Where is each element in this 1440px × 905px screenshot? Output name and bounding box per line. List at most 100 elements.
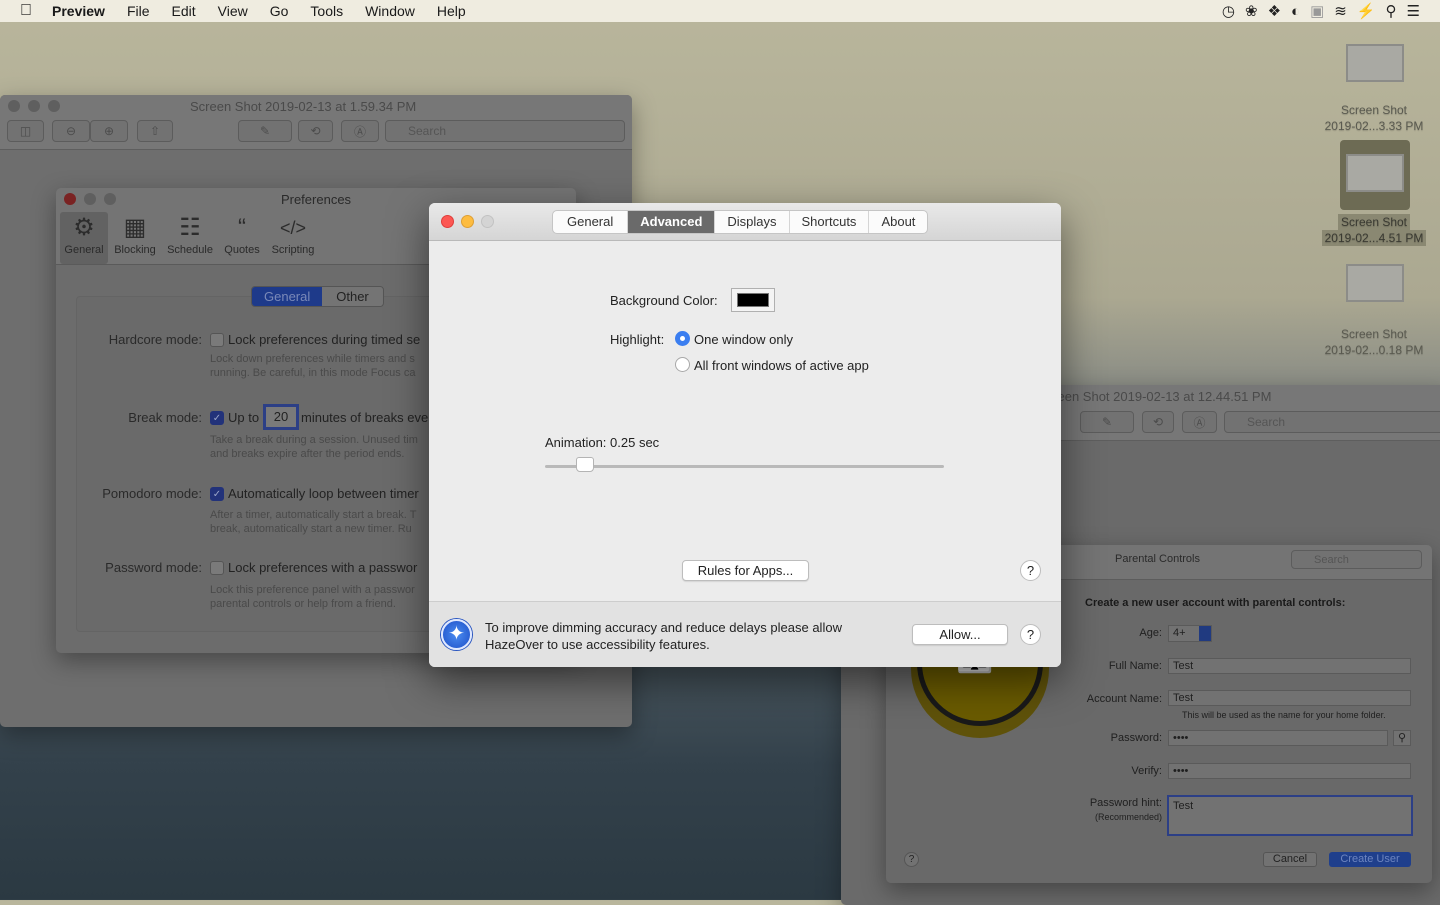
accessibility-notice: ✦ To improve dimming accuracy and reduce… <box>429 601 1061 667</box>
title-bar: General Advanced Displays Shortcuts Abou… <box>429 203 1061 241</box>
allow-button[interactable]: Allow... <box>912 624 1008 645</box>
help-button[interactable]: ? <box>904 852 919 867</box>
pomodoro-desc: break, automatically start a new timer. … <box>210 523 412 535</box>
menu-help[interactable]: Help <box>437 3 466 19</box>
wifi-icon[interactable]: ≋ <box>1334 2 1347 20</box>
verify-field[interactable]: •••• <box>1168 763 1411 779</box>
break-checkbox[interactable]: ✓ <box>210 411 224 425</box>
zoom-out-icon[interactable]: ⊖ <box>52 120 90 142</box>
rotate-icon[interactable]: ⟲ <box>1142 411 1174 433</box>
age-select[interactable]: 4+ <box>1168 625 1212 642</box>
background-color-well[interactable] <box>731 288 775 312</box>
rules-for-apps-button[interactable]: Rules for Apps... <box>682 560 809 581</box>
tab-general[interactable]: General <box>553 211 629 233</box>
window-title: Parental Controls <box>1115 553 1200 565</box>
hardcore-checkbox[interactable] <box>210 333 224 347</box>
toolbar-general[interactable]: ⚙ General <box>60 212 108 256</box>
search-input[interactable]: Search <box>1224 411 1440 433</box>
password-key-icon[interactable]: ⚲ <box>1393 730 1411 746</box>
dropbox-icon[interactable]: ❖ <box>1268 2 1281 20</box>
markup-pen-icon[interactable]: ✎ <box>1080 411 1134 433</box>
heading: Create a new user account with parental … <box>1085 597 1346 609</box>
icon-label: 2019-02...4.51 PM <box>1321 230 1427 246</box>
password-desc: Lock this preference panel with a passwo… <box>210 584 415 596</box>
highlight-one-window-radio[interactable] <box>675 331 690 346</box>
focus-icon[interactable]: ◐ <box>1291 3 1300 20</box>
annotate-icon[interactable]: Ⓐ <box>341 120 379 142</box>
aperture-icon[interactable]: ❀ <box>1245 2 1258 20</box>
tab-about[interactable]: About <box>869 211 927 233</box>
zoom-button[interactable] <box>48 100 60 112</box>
close-button[interactable] <box>8 100 20 112</box>
search-input[interactable]: Search <box>385 120 625 142</box>
search-placeholder: Search <box>408 124 447 138</box>
tab-shortcuts[interactable]: Shortcuts <box>790 211 870 233</box>
help-button[interactable]: ? <box>1020 560 1041 581</box>
tab-displays[interactable]: Displays <box>715 211 790 233</box>
search-placeholder: Search <box>1247 415 1286 429</box>
help-button[interactable]: ? <box>1020 624 1041 645</box>
battery-charging-icon[interactable]: ⚡ <box>1357 2 1376 20</box>
highlight-option-label: All front windows of active app <box>694 358 869 373</box>
slider-knob[interactable] <box>575 457 594 472</box>
password-field[interactable]: •••• <box>1168 730 1388 746</box>
account-name-field[interactable]: Test <box>1168 690 1411 706</box>
menu-window[interactable]: Window <box>365 3 415 19</box>
apple-menu-icon[interactable]:  <box>20 2 32 20</box>
break-minutes-input[interactable]: 20 <box>263 404 299 430</box>
search-placeholder: Search <box>1314 553 1349 566</box>
minimize-button[interactable] <box>461 215 474 228</box>
accessibility-icon: ✦ <box>441 619 472 650</box>
zoom-button[interactable] <box>481 215 494 228</box>
tab-other[interactable]: Other <box>322 287 383 306</box>
spotlight-search-icon[interactable]: ⚲ <box>1386 2 1397 20</box>
hardcore-text: Lock preferences during timed se <box>228 332 421 347</box>
menu-tools[interactable]: Tools <box>310 3 343 19</box>
notification-list-icon[interactable]: ☰ <box>1407 2 1420 20</box>
break-desc: Take a break during a session. Unused ti… <box>210 434 418 446</box>
menu-view[interactable]: View <box>218 3 248 19</box>
share-icon[interactable]: ⇧ <box>137 120 173 142</box>
toolbar-schedule[interactable]: ☷ Schedule <box>164 212 216 256</box>
menu-file[interactable]: File <box>127 3 150 19</box>
background-color-label: Background Color: <box>610 293 718 308</box>
icon-label: 2019-02...0.18 PM <box>1324 343 1424 357</box>
menu-app[interactable]: Preview <box>52 3 105 19</box>
cancel-button[interactable]: Cancel <box>1263 852 1317 867</box>
notice-text: HazeOver to use accessibility features. <box>485 637 710 652</box>
file-thumbnail <box>1346 44 1404 82</box>
zoom-in-icon[interactable]: ⊕ <box>90 120 128 142</box>
sidebar-toggle-icon[interactable]: ◫ <box>7 120 44 142</box>
animation-slider[interactable] <box>545 457 944 472</box>
search-input[interactable]: Search <box>1291 550 1422 569</box>
password-checkbox[interactable] <box>210 561 224 575</box>
password-hint-field[interactable]: Test <box>1167 795 1413 836</box>
toolbar-label: General <box>64 244 104 256</box>
password-hint-label: Password hint: <box>1089 797 1162 809</box>
menu-edit[interactable]: Edit <box>172 3 196 19</box>
minimize-button[interactable] <box>28 100 40 112</box>
drive-icon[interactable]: ▣ <box>1310 2 1324 20</box>
pomodoro-checkbox[interactable]: ✓ <box>210 487 224 501</box>
icon-label: 2019-02...3.33 PM <box>1324 119 1424 133</box>
break-mode-label: Break mode: <box>128 410 202 425</box>
markup-pen-icon[interactable]: ✎ <box>238 120 292 142</box>
hardcore-mode-label: Hardcore mode: <box>108 332 202 347</box>
toolbar-scripting[interactable]: </> Scripting <box>266 212 320 256</box>
close-button[interactable] <box>441 215 454 228</box>
account-name-hint: This will be used as the name for your h… <box>1182 710 1386 720</box>
icon-label: Screen Shot <box>1337 214 1411 230</box>
rotate-icon[interactable]: ⟲ <box>298 120 333 142</box>
highlight-all-windows-radio[interactable] <box>675 357 690 372</box>
menu-go[interactable]: Go <box>270 3 289 19</box>
clock-icon[interactable]: ◷ <box>1222 2 1235 20</box>
annotate-icon[interactable]: Ⓐ <box>1182 411 1217 433</box>
create-user-button[interactable]: Create User <box>1329 852 1411 867</box>
full-name-field[interactable]: Test <box>1168 658 1411 674</box>
tab-advanced[interactable]: Advanced <box>628 211 716 233</box>
quote-icon: “ <box>238 214 246 241</box>
toolbar-quotes[interactable]: “ Quotes <box>220 212 264 256</box>
toolbar-blocking[interactable]: ▦ Blocking <box>110 212 160 256</box>
pomodoro-desc: After a timer, automatically start a bre… <box>210 509 417 521</box>
tab-general[interactable]: General <box>252 287 323 306</box>
